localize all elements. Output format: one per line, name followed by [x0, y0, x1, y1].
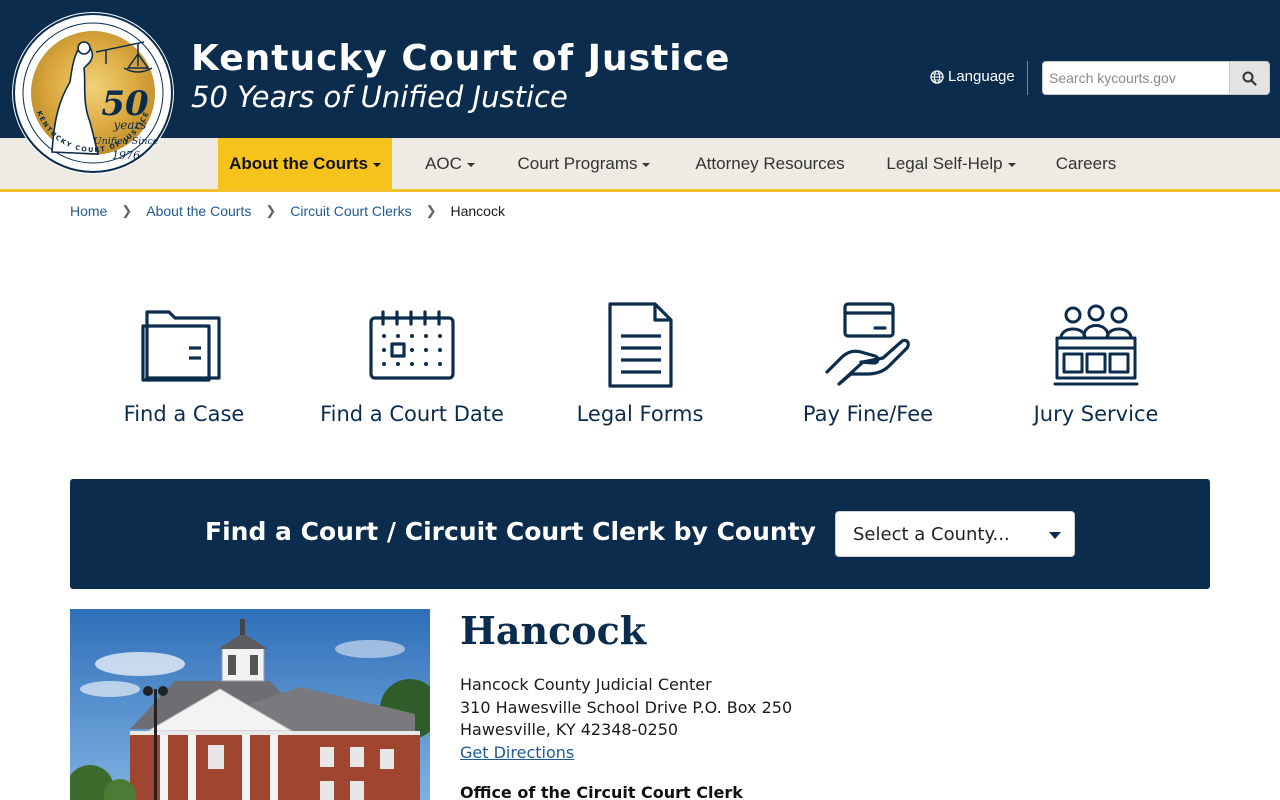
site-search: [1042, 61, 1270, 95]
quick-link-label: Pay Fine/Fee: [802, 402, 934, 426]
caret-down-icon: [466, 162, 475, 167]
breadcrumb-about-the-courts[interactable]: About the Courts: [146, 203, 251, 219]
county-select-value: Select a County...: [853, 524, 1010, 545]
nav-about-the-courts[interactable]: About the Courts: [218, 138, 392, 189]
search-input[interactable]: [1042, 61, 1230, 95]
quick-link-find-a-court-date[interactable]: Find a Court Date: [298, 300, 526, 440]
county-finder-title: Find a Court / Circuit Court Clerk by Co…: [205, 517, 816, 546]
breadcrumb-circuit-court-clerks[interactable]: Circuit Court Clerks: [290, 203, 411, 219]
nav-label: Careers: [1055, 153, 1117, 173]
language-label: Language: [948, 68, 1015, 85]
county-finder-panel: Find a Court / Circuit Court Clerk by Co…: [70, 479, 1210, 589]
hand-card-icon: [825, 302, 910, 386]
nav-label: Legal Self-Help: [886, 153, 1003, 173]
quick-link-legal-forms[interactable]: Legal Forms: [526, 300, 754, 440]
search-button[interactable]: [1230, 61, 1270, 95]
search-icon: [1242, 71, 1257, 86]
county-select[interactable]: Select a County...: [835, 511, 1075, 557]
nav-label: Court Programs: [517, 153, 638, 173]
get-directions-link[interactable]: Get Directions: [460, 742, 574, 765]
language-selector[interactable]: Language: [930, 68, 1015, 85]
address-line-2: 310 Hawesville School Drive P.O. Box 250: [460, 697, 793, 717]
document-icon: [608, 302, 673, 388]
nav-careers[interactable]: Careers: [1042, 138, 1130, 189]
chevron-right-icon: ❯: [265, 203, 277, 218]
nav-label: Attorney Resources: [695, 153, 845, 173]
site-header: Kentucky Court of Justice 50 Years of Un…: [0, 0, 1280, 138]
chevron-right-icon: ❯: [121, 203, 133, 218]
quick-link-label: Find a Case: [123, 402, 245, 426]
site-title[interactable]: Kentucky Court of Justice: [191, 38, 730, 79]
header-divider: [1027, 61, 1028, 95]
county-name-heading: Hancock: [460, 608, 647, 653]
calendar-icon: [369, 310, 455, 380]
jury-box-icon: [1053, 304, 1139, 386]
nav-attorney-resources[interactable]: Attorney Resources: [680, 138, 860, 189]
quick-link-jury-service[interactable]: Jury Service: [982, 300, 1210, 440]
breadcrumb-home[interactable]: Home: [70, 203, 107, 219]
main-navigation: About the Courts AOC Court Programs Atto…: [0, 138, 1280, 192]
quick-link-pay-fine-fee[interactable]: Pay Fine/Fee: [754, 300, 982, 440]
caret-down-icon: [642, 162, 651, 167]
quick-link-label: Jury Service: [1033, 402, 1159, 426]
address-line-3: Hawesville, KY 42348-0250: [460, 720, 679, 740]
county-address: Hancock County Judicial Center 310 Hawes…: [460, 674, 792, 764]
court-seal-logo[interactable]: 50 years Unified Since 1976 KENTUCKY COU…: [12, 12, 174, 174]
breadcrumb-current: Hancock: [450, 203, 505, 219]
quick-link-label: Find a Court Date: [320, 402, 504, 426]
caret-down-icon: [1049, 532, 1061, 539]
quick-link-label: Legal Forms: [576, 402, 704, 426]
seal-year: 1976: [112, 149, 140, 162]
caret-down-icon: [372, 162, 381, 167]
address-line-1: Hancock County Judicial Center: [460, 675, 712, 694]
chevron-right-icon: ❯: [425, 203, 437, 218]
caret-down-icon: [1007, 162, 1016, 167]
nav-label: About the Courts: [229, 153, 368, 173]
courthouse-photo: [70, 609, 430, 800]
nav-legal-self-help[interactable]: Legal Self-Help: [876, 138, 1026, 189]
nav-label: AOC: [425, 153, 462, 173]
nav-court-programs[interactable]: Court Programs: [504, 138, 664, 189]
nav-aoc[interactable]: AOC: [408, 138, 492, 189]
globe-icon: [930, 69, 944, 84]
breadcrumb: Home ❯ About the Courts ❯ Circuit Court …: [70, 203, 505, 219]
site-subtitle: 50 Years of Unified Justice: [191, 80, 568, 114]
folder-icon: [141, 310, 221, 382]
quick-link-find-a-case[interactable]: Find a Case: [70, 300, 298, 440]
office-heading: Office of the Circuit Court Clerk: [460, 783, 743, 800]
